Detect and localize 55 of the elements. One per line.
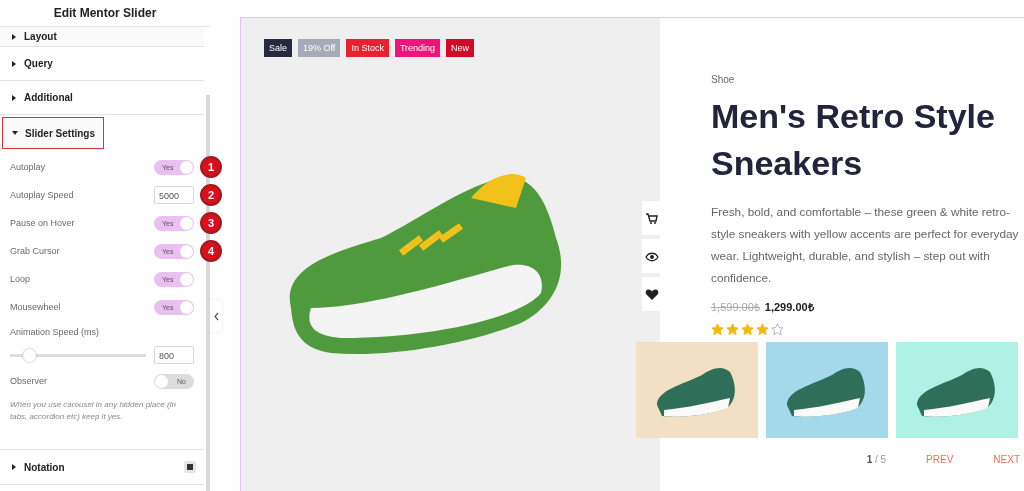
original-price: 1,599.00₺	[711, 300, 760, 314]
setting-label: Pause on Hover	[10, 218, 75, 228]
product-badge: Trending	[394, 39, 441, 57]
setting-label: Autoplay	[10, 162, 46, 172]
cart-icon	[645, 211, 659, 225]
step-number-badge: 2	[200, 184, 222, 206]
star-icon	[741, 323, 754, 336]
product-title: Men's Retro Style Sneakers	[711, 96, 996, 184]
caret-icon	[10, 32, 18, 41]
section-header[interactable]: Notation	[0, 449, 204, 485]
action-button[interactable]	[642, 239, 662, 273]
step-number-badge: 3	[200, 212, 222, 234]
empty-star-icon	[771, 323, 784, 336]
step-number-badge: 4	[200, 240, 222, 262]
caret-icon	[10, 93, 18, 102]
product-badge: 19% Off	[298, 39, 341, 57]
caret-icon	[11, 129, 19, 137]
prev-link[interactable]: PREV	[926, 454, 954, 465]
setting-label: Loop	[10, 274, 31, 284]
section-header[interactable]: Layout	[0, 27, 204, 47]
product-category: Shoe	[711, 74, 736, 85]
product-description: Fresh, bold, and comfortable – these green & white retro-style sneakers with yellow accents are perfect for everyday wear. Lightweight, durable, and stylish – step out with confidence.	[711, 204, 1020, 287]
next-link[interactable]: NEXT	[993, 454, 1020, 465]
action-button[interactable]	[642, 201, 662, 235]
step-number-badge: 1	[200, 156, 222, 178]
heart-icon	[645, 287, 659, 301]
sale-price: 1,299.00₺	[764, 300, 814, 314]
action-button[interactable]	[642, 277, 662, 311]
thumbnail-photo-placeholder[interactable]	[636, 342, 758, 438]
help-text: When you use carousel in any hidden place (in tabs, accordion etc) keep it yes.	[10, 399, 177, 423]
thumbnail-photo-placeholder[interactable]	[766, 342, 888, 438]
thumbnail-photo-placeholder[interactable]	[896, 342, 1018, 438]
setting-label: Animation Speed (ms)	[10, 326, 101, 339]
slider-thumb[interactable]	[23, 348, 37, 362]
collapse-handle[interactable]	[210, 300, 222, 332]
section-header[interactable]: Query	[0, 47, 204, 81]
setting-label: Observer	[10, 376, 47, 386]
star-icon	[756, 323, 769, 336]
setting-label: Mousewheel	[10, 302, 61, 312]
caret-icon	[10, 59, 18, 68]
star-icon	[711, 323, 724, 336]
chevron-left-icon	[213, 311, 219, 321]
product-badge: In Stock	[346, 39, 389, 57]
number-field[interactable]: 5000	[154, 186, 194, 204]
number-field[interactable]: 800	[154, 346, 194, 364]
slide-counter: 1 / 5	[866, 454, 887, 465]
caret-icon	[10, 463, 18, 471]
setting-label: Autoplay Speed	[10, 190, 74, 200]
star-icon	[726, 323, 739, 336]
section-header[interactable]: Slider Settings	[2, 117, 104, 149]
product-badge: New	[446, 39, 475, 57]
setting-label: Grab Cursor	[10, 246, 60, 256]
section-header[interactable]: Additional	[0, 81, 204, 115]
product-badge: Sale	[264, 39, 292, 57]
scrollbar[interactable]	[206, 95, 210, 491]
